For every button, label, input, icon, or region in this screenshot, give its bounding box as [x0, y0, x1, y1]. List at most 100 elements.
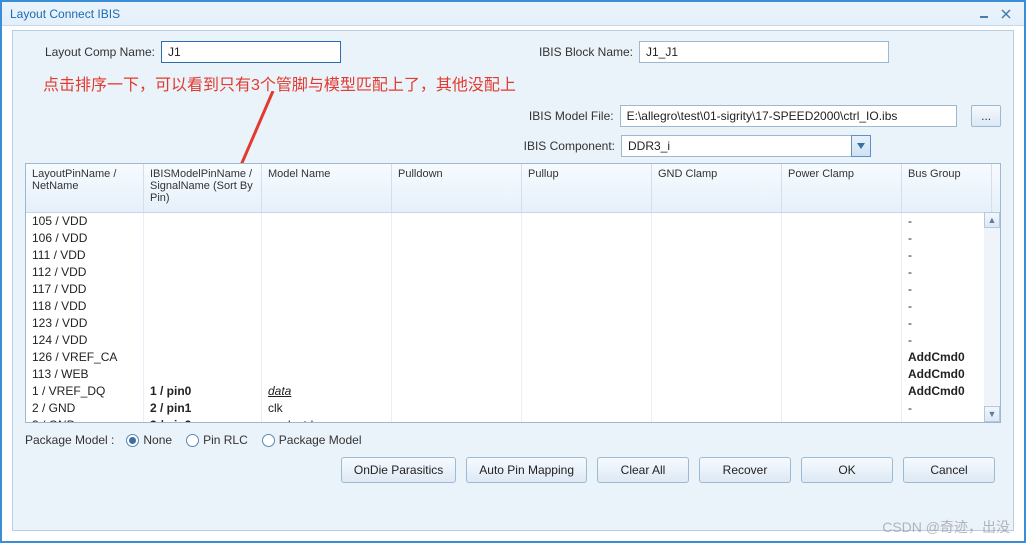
table-cell [392, 417, 522, 422]
table-row[interactable]: 118 / VDD- [26, 298, 1000, 315]
table-cell: 113 / WEB [26, 366, 144, 383]
close-icon[interactable] [996, 6, 1016, 22]
table-cell [262, 213, 392, 230]
table-cell: - [902, 281, 992, 298]
clear-all-button[interactable]: Clear All [597, 457, 689, 483]
radio-pin-rlc[interactable]: Pin RLC [186, 433, 248, 447]
col-pulldown[interactable]: Pulldown [392, 164, 522, 212]
table-cell [652, 298, 782, 315]
table-row[interactable]: 117 / VDD- [26, 281, 1000, 298]
table-cell [144, 332, 262, 349]
radio-dot-icon [186, 434, 199, 447]
table-cell [522, 281, 652, 298]
ondie-parasitics-button[interactable]: OnDie Parasitics [341, 457, 456, 483]
table-cell [392, 400, 522, 417]
input-layout-comp-name[interactable] [161, 41, 341, 63]
col-scroll-gutter [992, 164, 1008, 212]
chevron-down-icon[interactable] [851, 135, 871, 157]
table-cell [262, 349, 392, 366]
table-cell [144, 230, 262, 247]
col-ibis-pin[interactable]: IBISModelPinName / SignalName (Sort By P… [144, 164, 262, 212]
input-ibis-block-name[interactable] [639, 41, 889, 63]
table-cell [522, 264, 652, 281]
table-cell [782, 281, 902, 298]
table-cell [262, 230, 392, 247]
table-cell [262, 247, 392, 264]
table-row[interactable]: 123 / VDD- [26, 315, 1000, 332]
table-cell [782, 349, 902, 366]
table-cell: AddCmd0 [902, 383, 992, 400]
pin-table: LayoutPinName / NetName IBISModelPinName… [25, 163, 1001, 423]
col-model-name[interactable]: Model Name [262, 164, 392, 212]
table-row[interactable]: 105 / VDD- [26, 213, 1000, 230]
combo-ibis-component[interactable] [621, 135, 871, 157]
table-cell [392, 366, 522, 383]
table-cell [782, 400, 902, 417]
col-power-clamp[interactable]: Power Clamp [782, 164, 902, 212]
table-cell [262, 281, 392, 298]
row-component: IBIS Component: [25, 135, 1001, 157]
table-row[interactable]: 126 / VREF_CAAddCmd0 [26, 349, 1000, 366]
table-cell [392, 213, 522, 230]
label-layout-comp-name: Layout Comp Name: [25, 45, 155, 59]
cancel-button[interactable]: Cancel [903, 457, 995, 483]
table-cell [522, 332, 652, 349]
table-cell: 105 / VDD [26, 213, 144, 230]
input-ibis-model-file[interactable] [620, 105, 958, 127]
table-row[interactable]: 3 / GND3 / pin2cmd_ctrl- [26, 417, 1000, 422]
combo-ibis-component-input[interactable] [621, 135, 871, 157]
table-cell [144, 349, 262, 366]
table-cell [144, 366, 262, 383]
table-cell: AddCmd0 [902, 366, 992, 383]
table-cell [782, 247, 902, 264]
table-cell: 2 / GND [26, 400, 144, 417]
table-cell [652, 417, 782, 422]
table-cell [144, 213, 262, 230]
table-cell: - [902, 417, 992, 422]
table-cell: - [902, 298, 992, 315]
auto-pin-mapping-button[interactable]: Auto Pin Mapping [466, 457, 587, 483]
minimize-icon[interactable] [974, 6, 994, 22]
table-row[interactable]: 1 / VREF_DQ1 / pin0dataAddCmd0 [26, 383, 1000, 400]
table-cell [262, 315, 392, 332]
table-cell [392, 264, 522, 281]
table-row[interactable]: 111 / VDD- [26, 247, 1000, 264]
table-row[interactable]: 113 / WEB AddCmd0 [26, 366, 1000, 383]
table-row[interactable]: 106 / VDD- [26, 230, 1000, 247]
bottom-button-row: OnDie Parasitics Auto Pin Mapping Clear … [25, 457, 1001, 483]
table-cell [392, 315, 522, 332]
browse-button[interactable]: ... [971, 105, 1001, 127]
autopin-button-label: Auto Pin Mapping [479, 463, 574, 477]
table-cell [392, 298, 522, 315]
table-cell: 124 / VDD [26, 332, 144, 349]
table-cell [262, 264, 392, 281]
radio-none-label: None [143, 433, 172, 447]
table-cell [782, 383, 902, 400]
col-gnd-clamp[interactable]: GND Clamp [652, 164, 782, 212]
col-pullup[interactable]: Pullup [522, 164, 652, 212]
table-row[interactable]: 2 / GND2 / pin1clk- [26, 400, 1000, 417]
col-bus-group[interactable]: Bus Group [902, 164, 992, 212]
recover-button[interactable]: Recover [699, 457, 791, 483]
table-cell [522, 383, 652, 400]
col-layout-pin[interactable]: LayoutPinName / NetName [26, 164, 144, 212]
scrollbar[interactable]: ▲ ▼ [984, 212, 1000, 422]
table-cell [392, 349, 522, 366]
table-cell [144, 264, 262, 281]
table-cell [522, 230, 652, 247]
row-top: Layout Comp Name: IBIS Block Name: [25, 41, 1001, 63]
table-cell: clk [262, 400, 392, 417]
table-row[interactable]: 124 / VDD- [26, 332, 1000, 349]
table-row[interactable]: 112 / VDD- [26, 264, 1000, 281]
radio-package-model[interactable]: Package Model [262, 433, 362, 447]
table-cell [262, 332, 392, 349]
scroll-up-icon[interactable]: ▲ [984, 212, 1000, 228]
radio-none[interactable]: None [126, 433, 172, 447]
table-cell [782, 315, 902, 332]
table-cell [782, 417, 902, 422]
ok-button[interactable]: OK [801, 457, 893, 483]
table-cell: 3 / GND [26, 417, 144, 422]
scroll-down-icon[interactable]: ▼ [984, 406, 1000, 422]
label-ibis-component: IBIS Component: [425, 139, 615, 153]
radio-pinrlc-label: Pin RLC [203, 433, 248, 447]
